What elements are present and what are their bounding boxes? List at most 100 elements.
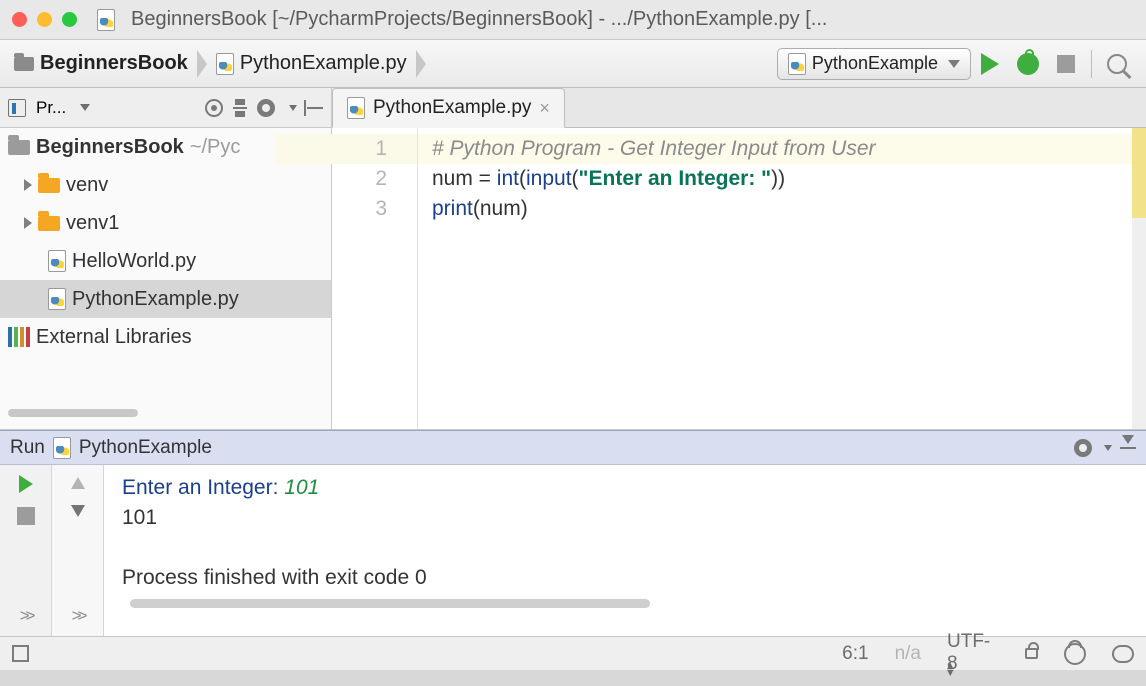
- gutter-line-1: 1: [276, 134, 417, 164]
- minimize-window-icon[interactable]: [37, 12, 52, 27]
- project-panel-header: Pr...: [0, 88, 331, 128]
- run-button[interactable]: [977, 51, 1003, 77]
- gear-icon[interactable]: [257, 99, 275, 117]
- project-view-icon: [8, 99, 26, 117]
- tree-root-name: BeginnersBook: [36, 136, 184, 159]
- gutter-line-2: 2: [332, 164, 387, 194]
- more-actions-icon[interactable]: >>: [20, 606, 32, 626]
- breadcrumb-project-label: BeginnersBook: [40, 52, 188, 75]
- breadcrumb-project[interactable]: BeginnersBook: [10, 47, 198, 81]
- expand-icon[interactable]: [24, 217, 32, 229]
- project-panel-title[interactable]: Pr...: [36, 98, 66, 118]
- editor-tabs: PythonExample.py ×: [332, 88, 1146, 128]
- tree-item-label: PythonExample.py: [72, 288, 239, 311]
- hide-panel-icon[interactable]: [307, 107, 323, 109]
- run-panel-header[interactable]: Run PythonExample: [0, 431, 1146, 465]
- python-file-icon: [48, 250, 66, 272]
- tree-item-helloworld[interactable]: HelloWorld.py: [0, 242, 331, 280]
- search-everywhere-button[interactable]: [1104, 51, 1130, 77]
- maximize-window-icon[interactable]: [62, 12, 77, 27]
- tree-item-venv[interactable]: venv: [0, 166, 331, 204]
- run-sidebar-primary: >>: [0, 465, 52, 636]
- more-actions-icon[interactable]: >>: [72, 606, 84, 626]
- play-icon: [981, 53, 999, 75]
- inspector-icon[interactable]: [1064, 643, 1086, 665]
- editor-source[interactable]: # Python Program - Get Integer Input fro…: [418, 128, 1146, 429]
- search-icon: [1107, 54, 1127, 74]
- console-line-2: 101: [122, 503, 1146, 533]
- tree-external-libraries[interactable]: External Libraries: [0, 318, 331, 356]
- folder-icon: [38, 216, 60, 231]
- separator: [1091, 50, 1092, 78]
- up-stack-icon[interactable]: [71, 477, 85, 489]
- code-line-3: print(num): [432, 194, 1136, 224]
- libraries-icon: [8, 327, 30, 347]
- tree-item-label: venv1: [66, 212, 119, 235]
- breadcrumb-file-label: PythonExample.py: [240, 52, 407, 75]
- navigation-bar: BeginnersBook PythonExample.py PythonExa…: [0, 40, 1146, 88]
- chevron-down-icon[interactable]: [1104, 445, 1112, 451]
- console-line-1: Enter an Integer: 101: [122, 473, 1146, 503]
- code-line-2: num = int(input("Enter an Integer: ")): [432, 164, 1136, 194]
- console-blank: [122, 533, 1146, 563]
- console-line-exit: Process finished with exit code 0: [122, 563, 1146, 593]
- lock-icon[interactable]: [1025, 648, 1038, 659]
- debug-button[interactable]: [1015, 51, 1041, 77]
- folder-icon: [38, 178, 60, 193]
- tree-root-path: ~/Pyc: [190, 136, 241, 159]
- run-console[interactable]: Enter an Integer: 101 101 Process finish…: [104, 465, 1146, 636]
- scroll-to-source-icon[interactable]: [205, 99, 223, 117]
- run-config-label: PythonExample: [812, 53, 938, 74]
- editor-marker-stripe[interactable]: [1132, 128, 1146, 429]
- file-encoding[interactable]: UTF-8 ▲▼: [947, 631, 999, 677]
- tool-windows-icon[interactable]: [12, 645, 29, 662]
- code-line-1: # Python Program - Get Integer Input fro…: [432, 137, 876, 160]
- rerun-button[interactable]: [19, 475, 33, 493]
- run-panel-title-prefix: Run: [10, 437, 45, 459]
- collapse-all-icon[interactable]: [233, 98, 247, 118]
- bug-icon: [1017, 53, 1039, 75]
- gutter-line-3: 3: [332, 194, 387, 224]
- console-horizontal-scrollbar[interactable]: [122, 599, 1146, 611]
- python-file-icon: [216, 53, 234, 75]
- down-stack-icon[interactable]: [71, 505, 85, 517]
- export-icon[interactable]: [1120, 447, 1136, 449]
- expand-icon[interactable]: [24, 179, 32, 191]
- play-icon: [19, 475, 33, 493]
- insert-mode[interactable]: n/a: [895, 643, 921, 665]
- run-config-select[interactable]: PythonExample: [777, 48, 971, 80]
- stop-button[interactable]: [1053, 51, 1079, 77]
- editor-area: PythonExample.py × 1 2 3 # Python Progra…: [332, 88, 1146, 430]
- close-tab-icon[interactable]: ×: [539, 98, 550, 119]
- window-titlebar: BeginnersBook [~/PycharmProjects/Beginne…: [0, 0, 1146, 40]
- run-tool-window: Run PythonExample >> >> Enter an Integer…: [0, 430, 1146, 636]
- tree-item-label: venv: [66, 174, 108, 197]
- feedback-icon[interactable]: [1112, 645, 1134, 663]
- breadcrumb-file[interactable]: PythonExample.py: [212, 47, 417, 81]
- stop-icon: [17, 507, 35, 525]
- caret-position[interactable]: 6:1: [842, 643, 868, 665]
- python-file-icon: [347, 97, 365, 119]
- python-file-icon: [48, 288, 66, 310]
- tree-item-pythonexample[interactable]: PythonExample.py: [0, 280, 331, 318]
- editor-gutter: 1 2 3: [332, 128, 418, 429]
- chevron-down-icon[interactable]: [289, 105, 297, 111]
- code-editor[interactable]: 1 2 3 # Python Program - Get Integer Inp…: [332, 128, 1146, 429]
- stop-run-button[interactable]: [17, 507, 35, 525]
- tree-item-venv1[interactable]: venv1: [0, 204, 331, 242]
- tree-item-label: External Libraries: [36, 326, 192, 349]
- project-tree[interactable]: BeginnersBook ~/Pyc venv venv1 HelloWorl…: [0, 128, 331, 403]
- run-panel-title-name: PythonExample: [79, 437, 212, 459]
- stop-icon: [1057, 55, 1075, 73]
- editor-tab-label: PythonExample.py: [373, 97, 531, 119]
- chevron-down-icon[interactable]: [80, 104, 90, 111]
- chevron-down-icon: [948, 60, 960, 68]
- python-file-icon: [53, 437, 71, 459]
- run-sidebar-secondary: >>: [52, 465, 104, 636]
- gear-icon[interactable]: [1074, 439, 1092, 457]
- project-horizontal-scrollbar[interactable]: [8, 409, 323, 423]
- python-file-icon: [788, 53, 806, 75]
- editor-tab-pythonexample[interactable]: PythonExample.py ×: [332, 88, 565, 128]
- close-window-icon[interactable]: [12, 12, 27, 27]
- tree-item-label: HelloWorld.py: [72, 250, 196, 273]
